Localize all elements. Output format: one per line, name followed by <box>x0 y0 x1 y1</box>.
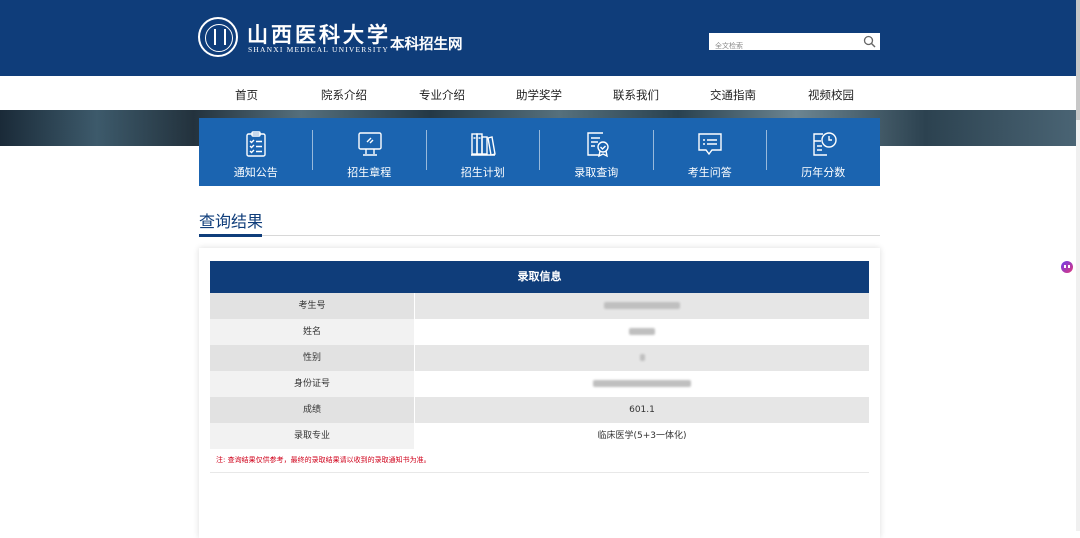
disclaimer-note: 注: 查询结果仅供参考，最终的录取结果请以收到的录取通知书为准。 <box>216 456 431 464</box>
quick-link-label: 录取查询 <box>574 166 619 179</box>
main-nav: 首页 院系介绍 专业介绍 助学奖学 联系我们 交通指南 视频校园 <box>0 76 1076 110</box>
row-label: 姓名 <box>210 319 414 345</box>
clipboard-list-icon <box>246 131 266 157</box>
monitor-icon <box>357 132 382 156</box>
quick-link-label: 通知公告 <box>233 166 278 179</box>
table-row: 录取专业 临床医学(5+3一体化) <box>210 423 869 449</box>
nav-item-majors[interactable]: 专业介绍 <box>419 87 465 103</box>
nav-item-transport[interactable]: 交通指南 <box>710 87 756 103</box>
calendar-clock-icon <box>812 132 837 156</box>
quick-link-label: 考生问答 <box>687 166 732 179</box>
nav-item-departments[interactable]: 院系介绍 <box>321 87 367 103</box>
redacted-value <box>593 380 691 387</box>
quick-link-label: 历年分数 <box>801 166 846 179</box>
quick-link-label: 招生章程 <box>347 166 392 179</box>
title-divider <box>199 235 880 236</box>
row-value-redacted <box>415 319 869 345</box>
table-row: 考生号 <box>210 293 869 319</box>
quick-link-qa[interactable]: 考生问答 <box>653 118 767 186</box>
redacted-value <box>604 302 680 309</box>
row-value-redacted <box>415 345 869 371</box>
quick-links-bar: 通知公告 招生章程 招生计划 录取查询 考生问答 历年分数 <box>199 118 880 186</box>
table-row: 姓名 <box>210 319 869 345</box>
page-title: 查询结果 <box>199 212 264 231</box>
redacted-value <box>639 354 645 361</box>
nav-item-video-campus[interactable]: 视频校园 <box>808 87 854 103</box>
floating-assistant-button[interactable] <box>1061 261 1073 273</box>
certificate-icon <box>586 132 609 158</box>
nav-item-home[interactable]: 首页 <box>235 87 258 103</box>
table-row: 身份证号 <box>210 371 869 397</box>
nav-item-contact[interactable]: 联系我们 <box>613 87 659 103</box>
row-label: 成绩 <box>210 397 414 423</box>
brand-name-en: SHANXI MEDICAL UNIVERSITY <box>248 45 389 54</box>
admitted-major-value: 临床医学(5+3一体化) <box>597 431 687 441</box>
row-label: 考生号 <box>210 293 414 319</box>
score-value: 601.1 <box>629 405 655 415</box>
search-input[interactable] <box>709 37 855 55</box>
search-box <box>709 33 880 55</box>
search-icon[interactable] <box>863 35 876 48</box>
title-accent-bar <box>199 234 262 237</box>
scrollbar-thumb[interactable] <box>1076 0 1080 120</box>
quick-link-label: 招生计划 <box>460 166 505 179</box>
redacted-value <box>629 328 655 335</box>
site-header: 山西医科大学 SHANXI MEDICAL UNIVERSITY 本科招生网 <box>0 0 1076 76</box>
table-row: 成绩 601.1 <box>210 397 869 423</box>
quick-link-notices[interactable]: 通知公告 <box>199 118 313 186</box>
note-divider <box>210 472 869 473</box>
quick-link-admission-query[interactable]: 录取查询 <box>540 118 654 186</box>
site-title: 本科招生网 <box>390 37 463 53</box>
quick-link-scores[interactable]: 历年分数 <box>767 118 881 186</box>
row-value-redacted <box>415 293 869 319</box>
books-icon <box>471 133 496 156</box>
quick-link-plan[interactable]: 招生计划 <box>426 118 540 186</box>
row-label: 身份证号 <box>210 371 414 397</box>
nav-item-scholarships[interactable]: 助学奖学 <box>516 87 562 103</box>
row-label: 录取专业 <box>210 423 414 449</box>
university-logo[interactable] <box>198 17 238 57</box>
chat-bubble-icon <box>698 133 722 156</box>
table-row: 性别 <box>210 345 869 371</box>
row-value-redacted <box>415 371 869 397</box>
result-table-header: 录取信息 <box>210 261 869 293</box>
row-label: 性别 <box>210 345 414 371</box>
quick-link-regulations[interactable]: 招生章程 <box>313 118 427 186</box>
